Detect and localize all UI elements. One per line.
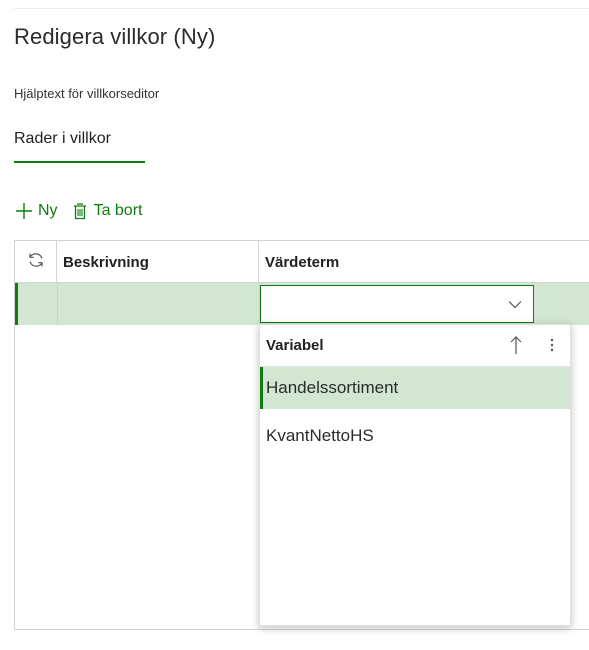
row-selected-indicator [15, 283, 18, 325]
value-term-input[interactable] [261, 286, 501, 322]
top-divider [14, 8, 589, 9]
arrow-up-icon[interactable] [508, 334, 524, 356]
refresh-icon [27, 251, 45, 273]
delete-button-label: Ta bort [93, 202, 143, 219]
new-button[interactable]: Ny [14, 200, 58, 222]
lookup-header: Variabel [260, 325, 570, 367]
toolbar: Ny Ta bort [14, 198, 142, 224]
column-header-description[interactable]: Beskrivning [57, 241, 259, 283]
lookup-item-kvantnettohs[interactable]: KvantNettoHS [260, 415, 570, 457]
help-text: Hjälptext för villkorseditor [14, 86, 160, 101]
refresh-button[interactable] [15, 241, 57, 283]
trash-icon [70, 200, 90, 222]
tab-rader-i-villkor[interactable]: Rader i villkor [14, 130, 111, 148]
more-vertical-icon[interactable] [546, 334, 558, 356]
delete-button[interactable]: Ta bort [70, 200, 143, 222]
value-term-combobox[interactable] [260, 285, 534, 323]
lookup-dropdown: Variabel Handelssortiment KvantNettoHS [259, 324, 571, 626]
column-header-value-term[interactable]: Värdeterm [259, 241, 589, 283]
chevron-down-icon[interactable] [507, 296, 523, 312]
lookup-item-handelssortiment[interactable]: Handelssortiment [260, 367, 570, 409]
tab-selected-indicator [14, 161, 145, 163]
page-title: Redigera villkor (Ny) [14, 24, 216, 49]
grid-header: Beskrivning Värdeterm [15, 241, 589, 283]
lookup-column-header[interactable]: Variabel [266, 337, 324, 354]
new-button-label: Ny [38, 202, 58, 219]
row-cell-divider [57, 283, 58, 325]
plus-icon [14, 200, 34, 222]
